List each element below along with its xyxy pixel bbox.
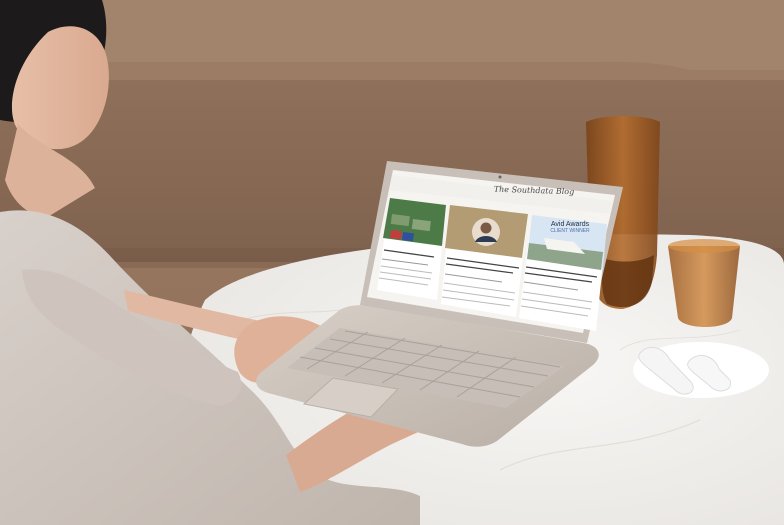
blog-card-1: [377, 198, 446, 300]
sofa-back: [70, 0, 784, 70]
blog-card-3: [519, 215, 607, 331]
photo-illustration: [0, 0, 784, 525]
glass-rim: [668, 239, 740, 253]
photo-scene: The Southdata Blog Avid Awards CLIENT WI…: [0, 0, 784, 525]
blog-card-2: [441, 205, 528, 317]
laptop-camera: [498, 175, 502, 179]
amber-glass: [668, 246, 740, 327]
